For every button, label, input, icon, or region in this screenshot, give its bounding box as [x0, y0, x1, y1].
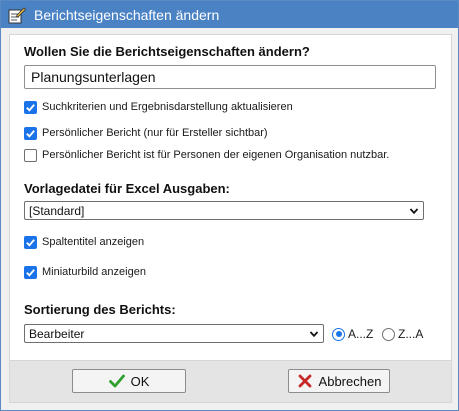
close-icon: [298, 374, 311, 388]
checkmark-icon: [26, 103, 35, 112]
checkmark-icon: [26, 268, 35, 277]
sort-select-value: Bearbeiter: [29, 326, 85, 341]
checkbox-personal-report[interactable]: Persönlicher Bericht (nur für Ersteller …: [24, 125, 268, 141]
radio-sort-descending[interactable]: Z...A: [382, 326, 423, 342]
checkbox-checked[interactable]: [24, 100, 37, 114]
radio-unselected[interactable]: [382, 327, 395, 341]
checkbox-unchecked[interactable]: [24, 148, 37, 162]
ok-button-label: OK: [130, 373, 150, 389]
edit-document-icon: [8, 6, 26, 23]
checkbox-label: Suchkriterien und Ergebnisdarstellung ak…: [42, 101, 293, 113]
cancel-button[interactable]: Abbrechen: [288, 369, 390, 393]
window-title: Berichtseigenschaften ändern: [34, 6, 220, 23]
checkbox-label: Miniaturbild anzeigen: [42, 266, 146, 278]
radio-label: A...Z: [348, 327, 374, 341]
content-panel: Wollen Sie die Berichtseigenschaften änd…: [9, 34, 452, 361]
checkmark-icon: [26, 238, 35, 247]
cancel-button-label: Abbrechen: [318, 373, 382, 389]
question-heading: Wollen Sie die Berichtseigenschaften änd…: [24, 44, 310, 59]
checkbox-checked[interactable]: [24, 235, 37, 249]
title-bar[interactable]: Berichtseigenschaften ändern: [1, 1, 458, 28]
checkbox-checked[interactable]: [24, 126, 37, 140]
sort-heading: Sortierung des Berichts:: [24, 302, 176, 317]
chevron-down-icon: [309, 331, 319, 338]
template-select[interactable]: [Standard]: [24, 201, 424, 220]
checkbox-column-titles[interactable]: Spaltentitel anzeigen: [24, 234, 144, 250]
checkbox-label: Persönlicher Bericht ist für Personen de…: [42, 149, 390, 161]
button-bar: OK Abbrechen: [9, 361, 452, 403]
report-name-input[interactable]: [24, 65, 436, 89]
checkbox-label: Persönlicher Bericht (nur für Ersteller …: [42, 127, 268, 139]
checkmark-icon: [26, 129, 35, 138]
ok-button[interactable]: OK: [72, 369, 186, 393]
sort-select[interactable]: Bearbeiter: [24, 324, 324, 343]
checkbox-update-criteria[interactable]: Suchkriterien und Ergebnisdarstellung ak…: [24, 99, 293, 115]
dialog-window: Berichtseigenschaften ändern Wollen Sie …: [0, 0, 459, 411]
chevron-down-icon: [409, 208, 419, 215]
template-select-value: [Standard]: [29, 203, 85, 218]
radio-label: Z...A: [398, 327, 424, 341]
checkmark-icon: [108, 374, 125, 388]
checkbox-checked[interactable]: [24, 265, 37, 279]
checkbox-thumbnail[interactable]: Miniaturbild anzeigen: [24, 264, 146, 280]
checkbox-organisation-usable[interactable]: Persönlicher Bericht ist für Personen de…: [24, 147, 389, 163]
radio-sort-ascending[interactable]: A...Z: [332, 326, 373, 342]
checkbox-label: Spaltentitel anzeigen: [42, 236, 145, 248]
radio-selected[interactable]: [332, 327, 345, 341]
template-heading: Vorlagedatei für Excel Ausgaben:: [24, 181, 230, 196]
